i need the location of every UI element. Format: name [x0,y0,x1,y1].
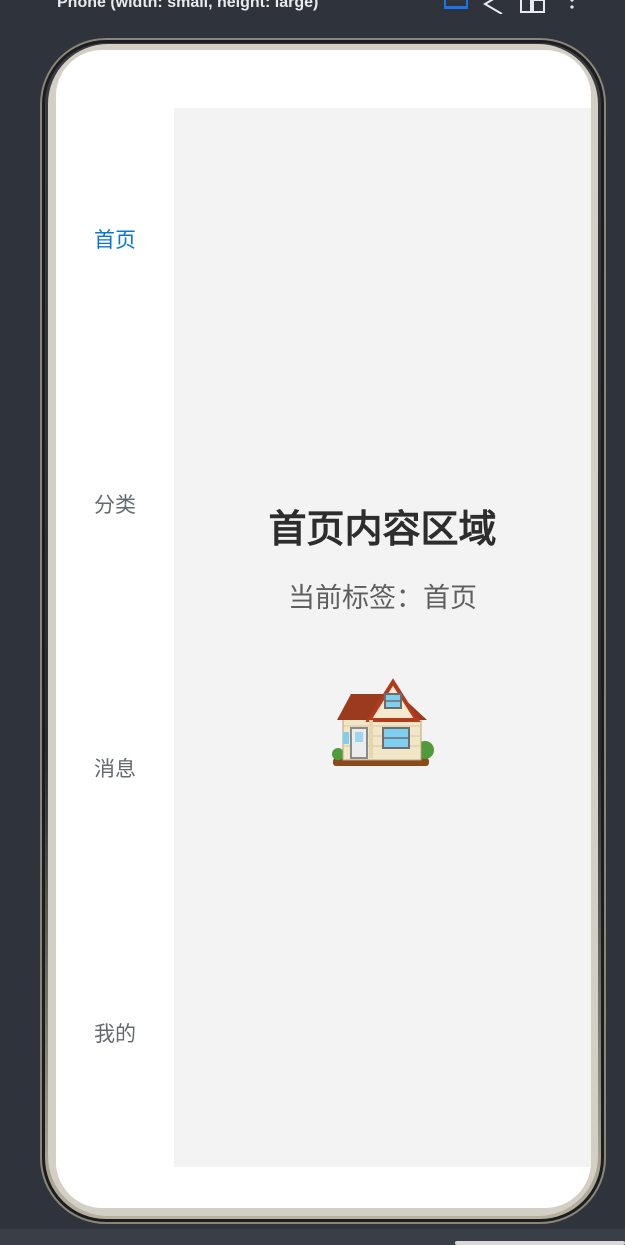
current-tab-label: 当前标签：首页 [288,583,477,614]
device-title: Phone (width: small, height: large) [57,0,319,11]
tab-category[interactable]: 分类 [56,485,174,525]
side-tab-bar: 首页 分类 消息 我的 [56,108,174,1167]
back-triangle-icon[interactable] [482,0,506,14]
house-icon [332,678,434,766]
tab-profile[interactable]: 我的 [56,1014,174,1054]
more-vert-icon[interactable] [566,0,578,14]
content-area: 首页内容区域 当前标签：首页 [174,108,591,1167]
tab-messages[interactable]: 消息 [56,749,174,789]
bottom-scroll-handle[interactable] [455,1241,625,1245]
emulator-toolbar: Phone (width: small, height: large) [0,0,625,18]
content-title: 首页内容区域 [268,507,497,551]
device-switch-icon[interactable] [519,0,547,14]
screen-icon[interactable] [443,0,469,14]
tab-home[interactable]: 首页 [56,220,174,260]
phone-screen: 首页 分类 消息 我的 首页内容区域 当前标签：首页 [56,50,591,1208]
